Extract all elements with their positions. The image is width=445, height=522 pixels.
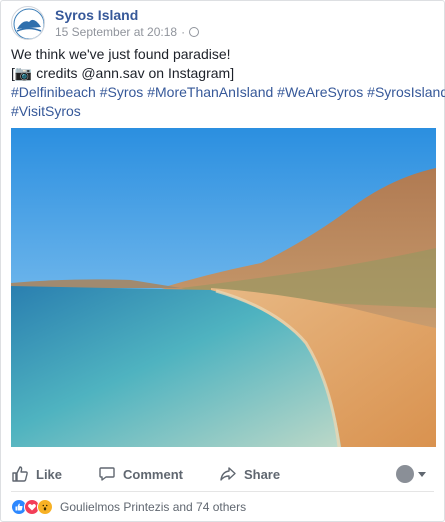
- meta-separator: ·: [181, 25, 186, 39]
- post-actions: Like Comment Share: [11, 459, 434, 489]
- hashtags-line: #Delfinibeach #Syros #MoreThanAnIsland #…: [11, 83, 445, 102]
- reactions-summary[interactable]: Goulielmos Printezis and 74 others: [11, 499, 246, 515]
- page-name-link[interactable]: Syros Island: [55, 7, 138, 23]
- hashtag-link[interactable]: #WeAreSyros: [277, 84, 363, 100]
- page-avatar[interactable]: [11, 6, 45, 40]
- syros-logo-icon: [13, 8, 44, 39]
- share-arrow-icon: [220, 467, 236, 481]
- post-text-line: We think we've just found paradise!: [11, 46, 231, 62]
- wow-reaction-icon: [37, 499, 53, 515]
- user-avatar: [396, 465, 414, 483]
- thumbs-up-icon: [12, 466, 28, 482]
- hashtag-link[interactable]: #MoreThanAnIsland: [147, 84, 273, 100]
- hashtag-link[interactable]: #Syros: [100, 84, 144, 100]
- post-text: We think we've just found paradise! [📷 c…: [11, 45, 445, 121]
- hashtag-link[interactable]: #VisitSyros: [11, 103, 81, 119]
- comment-label: Comment: [123, 466, 183, 482]
- actions-divider: [11, 491, 434, 492]
- globe-icon[interactable]: [189, 27, 200, 37]
- hashtag-link[interactable]: #Delfinibeach: [11, 84, 96, 100]
- post-credits-line: [📷 credits @ann.sav on Instagram]: [11, 64, 434, 83]
- reactions-label[interactable]: Goulielmos Printezis and 74 others: [60, 500, 246, 514]
- post-meta: 15 September at 20:18 ·: [55, 25, 200, 39]
- hashtag-link[interactable]: #SyrosIsland: [367, 84, 445, 100]
- hashtags-line: #VisitSyros: [11, 102, 434, 121]
- audience-selector[interactable]: [396, 465, 426, 483]
- beach-photo-image: [11, 128, 436, 447]
- like-label: Like: [36, 466, 63, 482]
- post-header: Syros Island 15 September at 20:18 ·: [11, 6, 434, 40]
- facebook-post: Syros Island 15 September at 20:18 · We …: [0, 0, 445, 522]
- post-photo[interactable]: [11, 128, 436, 447]
- like-button[interactable]: Like: [11, 465, 62, 483]
- caret-down-icon: [418, 471, 426, 477]
- share-label: Share: [243, 466, 281, 482]
- share-button[interactable]: Share: [219, 465, 280, 483]
- comment-button[interactable]: Comment: [98, 465, 183, 483]
- camera-emoji-icon: 📷: [14, 65, 33, 81]
- credits-text: credits @ann.sav on Instagram]: [32, 65, 235, 81]
- comment-icon: [99, 467, 115, 481]
- post-timestamp[interactable]: 15 September at 20:18: [55, 25, 177, 39]
